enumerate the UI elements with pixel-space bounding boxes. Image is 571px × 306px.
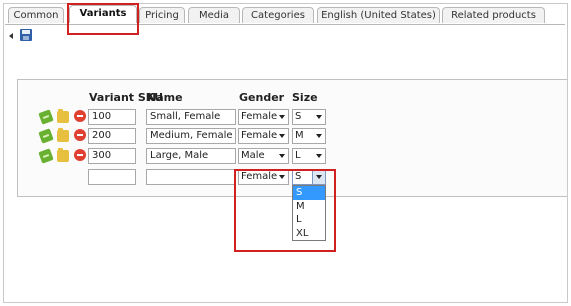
dropdown-highlight-box <box>234 169 336 252</box>
tab-english-united-states[interactable]: English (United States) <box>317 7 440 23</box>
new-name-input[interactable] <box>146 169 236 185</box>
name-input[interactable]: Large, Male <box>146 148 236 164</box>
tab-label: Related products <box>451 10 536 21</box>
tab-related-products[interactable]: Related products <box>442 7 545 23</box>
tab-media[interactable]: Media <box>188 7 240 23</box>
tab-label: Media <box>198 10 230 21</box>
chevron-down-icon <box>279 154 285 158</box>
header-size: Size <box>292 91 318 104</box>
chevron-down-icon <box>316 154 322 158</box>
name-input[interactable]: Small, Female <box>146 109 236 125</box>
chevron-down-icon <box>316 134 322 138</box>
chevron-down-icon <box>279 134 285 138</box>
tab-label: English (United States) <box>321 10 436 21</box>
gender-select[interactable]: Female <box>238 128 289 144</box>
sku-input[interactable]: 200 <box>88 128 136 144</box>
header-name: Name <box>147 91 183 104</box>
tab-common[interactable]: Common <box>8 7 64 23</box>
tab-categories[interactable]: Categories <box>242 7 314 23</box>
sku-input[interactable]: 300 <box>88 148 136 164</box>
sku-input[interactable]: 100 <box>88 109 136 125</box>
delete-icon[interactable] <box>74 129 86 141</box>
gender-select[interactable]: Female <box>238 109 289 125</box>
gender-value: Male <box>241 150 265 161</box>
chevron-down-icon <box>316 115 322 119</box>
back-arrow-icon[interactable] <box>9 33 13 39</box>
delete-icon[interactable] <box>74 149 86 161</box>
size-select[interactable]: L <box>292 148 326 164</box>
tab-label: Categories <box>251 10 305 21</box>
delete-icon[interactable] <box>74 110 86 122</box>
tab-label: Common <box>13 10 59 21</box>
size-select[interactable]: S <box>292 109 326 125</box>
size-value: M <box>295 130 304 141</box>
gender-value: Female <box>241 130 278 141</box>
size-value: S <box>295 111 302 122</box>
name-input[interactable]: Medium, Female <box>146 128 236 144</box>
chevron-down-icon <box>279 115 285 119</box>
size-select[interactable]: M <box>292 128 326 144</box>
copy-icon[interactable] <box>57 128 69 142</box>
tab-label: Pricing <box>145 10 179 21</box>
tab-pricing[interactable]: Pricing <box>139 7 185 23</box>
copy-icon[interactable] <box>57 109 69 123</box>
size-value: L <box>295 150 301 161</box>
gender-value: Female <box>241 111 278 122</box>
new-sku-input[interactable] <box>88 169 136 185</box>
tab-highlight-box <box>67 3 139 35</box>
copy-icon[interactable] <box>57 148 69 162</box>
gender-select[interactable]: Male <box>238 148 289 164</box>
save-icon[interactable] <box>20 29 32 41</box>
header-gender: Gender <box>239 91 285 104</box>
